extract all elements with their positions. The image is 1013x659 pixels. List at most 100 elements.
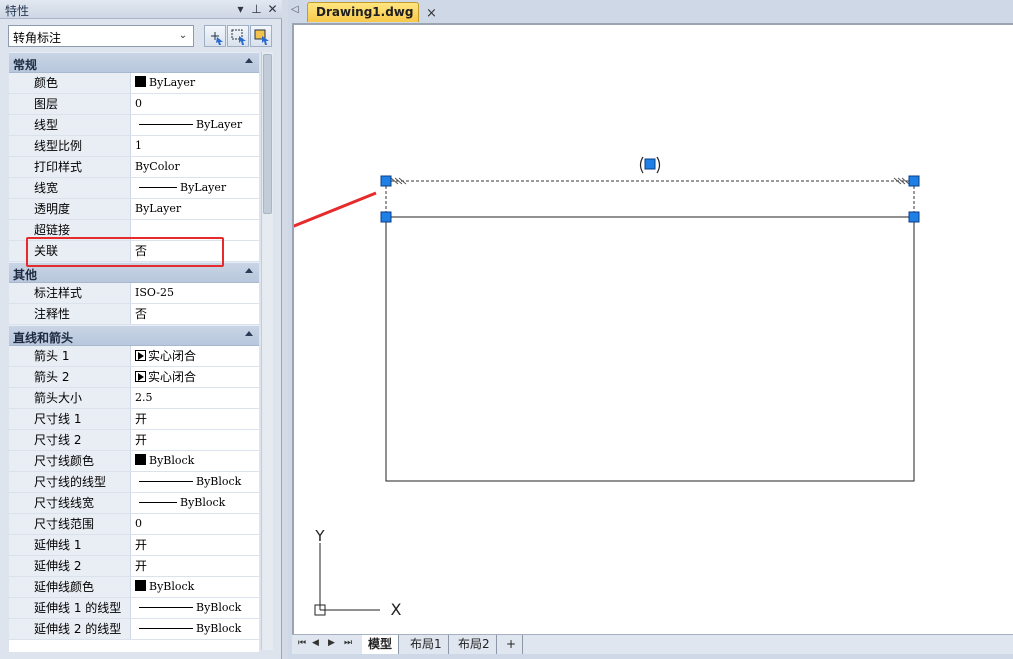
property-value[interactable]: 1 [132, 136, 259, 156]
collapse-icon[interactable] [245, 58, 253, 63]
property-row[interactable]: 延伸线 2 的线型 ByBlock [9, 619, 259, 640]
property-value-text: 实心闭合 [148, 370, 197, 384]
scrollbar-thumb[interactable] [263, 54, 272, 214]
document-tab[interactable]: Drawing1.dwg × [307, 2, 437, 22]
property-value-text: 开 [135, 412, 148, 426]
property-row[interactable]: 延伸线 1 的线型 ByBlock [9, 598, 259, 619]
property-row[interactable]: 超链接 [9, 220, 259, 241]
close-document-icon[interactable]: × [426, 6, 437, 21]
layout-tab[interactable]: 模型 [362, 635, 400, 654]
property-row[interactable]: 打印样式 ByColor [9, 157, 259, 178]
property-value[interactable]: ByBlock [132, 577, 259, 597]
property-grid-scrollbar[interactable] [261, 52, 273, 650]
property-value[interactable]: 0 [132, 514, 259, 534]
arrowhead-icon [135, 371, 146, 382]
rectangle-shape[interactable] [385, 216, 915, 482]
layout-tab[interactable]: 布局2 [452, 635, 497, 654]
chevron-down-icon[interactable]: ▾ [233, 1, 248, 17]
property-row[interactable]: 线宽 ByLayer [9, 178, 259, 199]
category-header[interactable]: 其他 [9, 262, 259, 283]
property-value[interactable]: 否 [132, 241, 259, 261]
property-value[interactable]: ByLayer [132, 73, 259, 93]
property-value[interactable]: ByBlock [132, 619, 259, 639]
grip-dim-left[interactable] [380, 175, 392, 187]
property-value[interactable]: 开 [132, 535, 259, 555]
property-value[interactable]: ByBlock [132, 472, 259, 492]
property-value[interactable]: ByBlock [132, 451, 259, 471]
collapse-icon[interactable] [245, 268, 253, 273]
property-value[interactable]: ByLayer [132, 115, 259, 135]
property-name: 打印样式 [9, 157, 131, 177]
property-row[interactable]: 尺寸线范围 0 [9, 514, 259, 535]
category-header[interactable]: 直线和箭头 [9, 325, 259, 346]
quick-select-button[interactable] [250, 25, 272, 47]
layout-nav-button[interactable]: ◀ [312, 638, 319, 648]
pin-icon[interactable]: ⊥ [249, 1, 264, 17]
property-row[interactable]: 线型比例 1 [9, 136, 259, 157]
property-row[interactable]: 延伸线 1 开 [9, 535, 259, 556]
layout-tab[interactable]: 布局1 [404, 635, 449, 654]
property-value[interactable]: ByBlock [132, 493, 259, 513]
property-row[interactable]: 尺寸线颜色 ByBlock [9, 451, 259, 472]
property-row[interactable]: 箭头 2 实心闭合 [9, 367, 259, 388]
layout-nav-button[interactable]: ⏮ [298, 638, 306, 648]
grip-text[interactable] [644, 158, 656, 170]
property-row[interactable]: 延伸线 2 开 [9, 556, 259, 577]
select-objects-button[interactable] [227, 25, 249, 47]
grip-ext-right[interactable] [908, 211, 920, 223]
property-value[interactable]: 实心闭合 [132, 367, 259, 387]
property-row[interactable]: 注释性否 [9, 304, 259, 325]
palette-title-bar: 特性 ▾ ⊥ ✕ [0, 0, 282, 19]
property-name: 透明度 [9, 199, 131, 219]
drawing-canvas[interactable]: Y X [292, 23, 1013, 634]
grip-ext-left[interactable] [380, 211, 392, 223]
collapse-icon[interactable] [245, 331, 253, 336]
property-row[interactable]: 颜色 ByLayer [9, 73, 259, 94]
category-label: 常规 [13, 58, 38, 72]
grip-dim-right[interactable] [908, 175, 920, 187]
property-row[interactable]: 延伸线颜色 ByBlock [9, 577, 259, 598]
property-row[interactable]: 尺寸线的线型 ByBlock [9, 472, 259, 493]
color-swatch [135, 580, 146, 591]
property-value[interactable]: ISO-25 [132, 283, 259, 303]
property-name: 延伸线 2 的线型 [9, 619, 131, 639]
property-row[interactable]: 标注样式 ISO-25 [9, 283, 259, 304]
color-swatch [135, 76, 146, 87]
property-row[interactable]: 尺寸线 2 开 [9, 430, 259, 451]
add-to-selection-button[interactable] [204, 25, 226, 47]
property-row[interactable]: 尺寸线线宽 ByBlock [9, 493, 259, 514]
property-row[interactable]: 图层 0 [9, 94, 259, 115]
ucs-x-label: X [391, 600, 402, 619]
property-row[interactable]: 线型 ByLayer [9, 115, 259, 136]
property-value[interactable]: 实心闭合 [132, 346, 259, 366]
property-row[interactable]: 关联否 [9, 241, 259, 262]
property-value[interactable]: 开 [132, 409, 259, 429]
selection-row: 转角标注 ⌄ [0, 22, 282, 50]
property-row[interactable]: 透明度 ByLayer [9, 199, 259, 220]
category-header[interactable]: 常规 [9, 52, 259, 73]
property-value[interactable]: ByLayer [132, 199, 259, 219]
tab-scroll-left-icon[interactable]: ◁ [291, 4, 299, 15]
property-value-text: 0 [135, 517, 142, 530]
close-icon[interactable]: ✕ [265, 1, 280, 17]
property-value[interactable]: 开 [132, 430, 259, 450]
property-value[interactable]: 0 [132, 94, 259, 114]
object-type-select[interactable]: 转角标注 ⌄ [8, 25, 194, 47]
property-row[interactable]: 箭头 1 实心闭合 [9, 346, 259, 367]
property-row[interactable]: 尺寸线 1 开 [9, 409, 259, 430]
bottom-strip [288, 654, 1013, 659]
property-value[interactable]: 2.5 [132, 388, 259, 408]
property-value[interactable]: 开 [132, 556, 259, 576]
property-value[interactable]: ByLayer [132, 178, 259, 198]
property-value[interactable]: ByBlock [132, 598, 259, 618]
property-name: 颜色 [9, 73, 131, 93]
add-layout-button[interactable]: + [500, 635, 524, 654]
property-value[interactable]: 否 [132, 304, 259, 324]
layout-nav-button[interactable]: ▶ [328, 638, 335, 648]
layout-tab-bar: ⏮ ◀ ▶ ⏭ 模型 布局1 布局2 + [292, 634, 1013, 654]
property-value[interactable] [132, 220, 259, 240]
property-value-text: ByColor [135, 160, 180, 173]
property-value[interactable]: ByColor [132, 157, 259, 177]
property-row[interactable]: 箭头大小 2.5 [9, 388, 259, 409]
layout-nav-button[interactable]: ⏭ [344, 638, 352, 648]
